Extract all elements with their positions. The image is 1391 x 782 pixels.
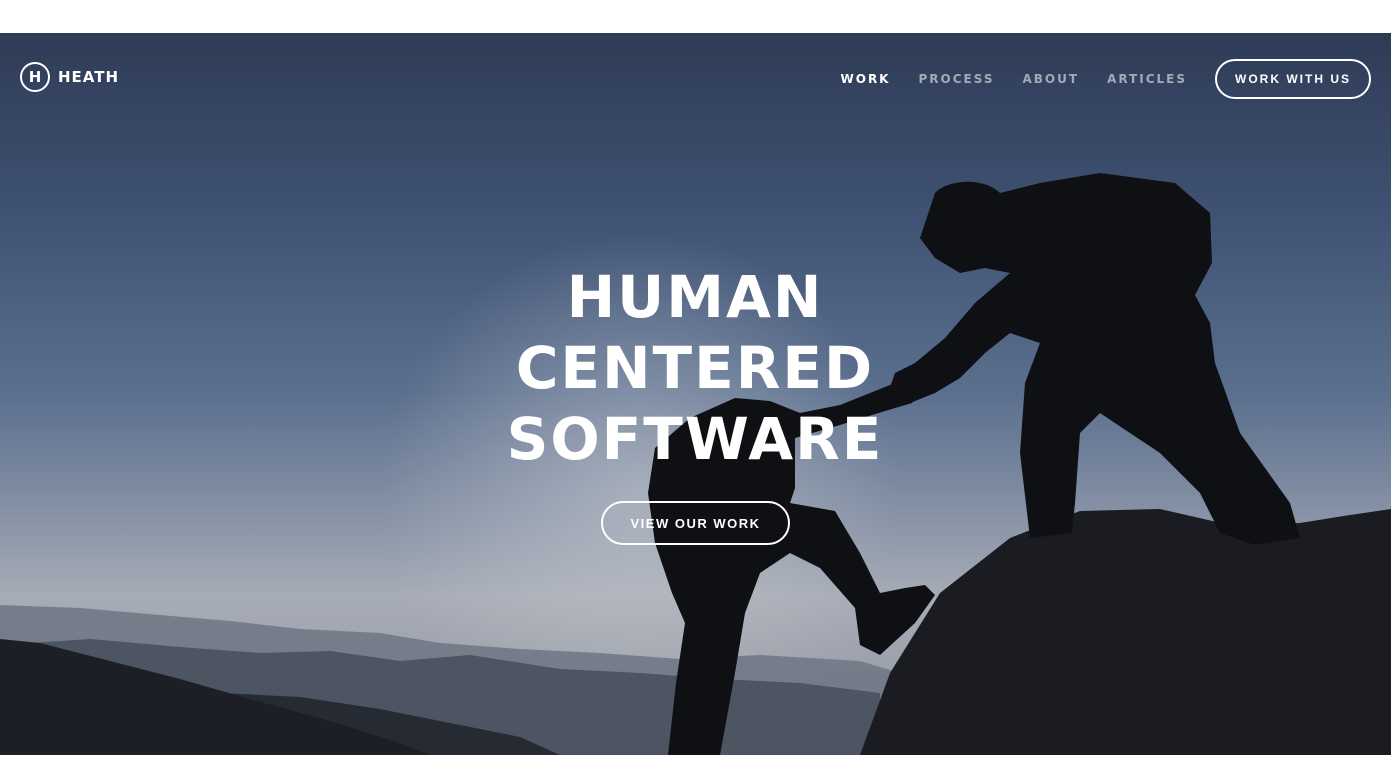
work-with-us-button[interactable]: WORK WITH US	[1215, 59, 1371, 99]
brand-logo-link[interactable]: H HEATH	[20, 62, 119, 92]
nav-item-about[interactable]: ABOUT	[1022, 72, 1079, 86]
brand-h-icon: H	[20, 62, 50, 92]
nav-item-work[interactable]: WORK	[841, 72, 891, 86]
main-nav: WORK PROCESS ABOUT ARTICLES WORK WITH US	[813, 59, 1371, 99]
hero-headline: HUMAN CENTERED SOFTWARE	[500, 262, 890, 475]
hero-section: H HEATH WORK PROCESS ABOUT ARTICLES WORK…	[0, 33, 1391, 755]
nav-item-articles[interactable]: ARTICLES	[1107, 72, 1187, 86]
headline-line-2: CENTERED	[515, 334, 875, 402]
brand-name: HEATH	[58, 68, 120, 86]
view-our-work-button[interactable]: VIEW OUR WORK	[601, 501, 790, 545]
page: H HEATH WORK PROCESS ABOUT ARTICLES WORK…	[0, 0, 1391, 782]
headline-line-1: HUMAN	[566, 263, 824, 331]
nav-item-process[interactable]: PROCESS	[918, 72, 994, 86]
headline-line-3: SOFTWARE	[506, 405, 884, 473]
